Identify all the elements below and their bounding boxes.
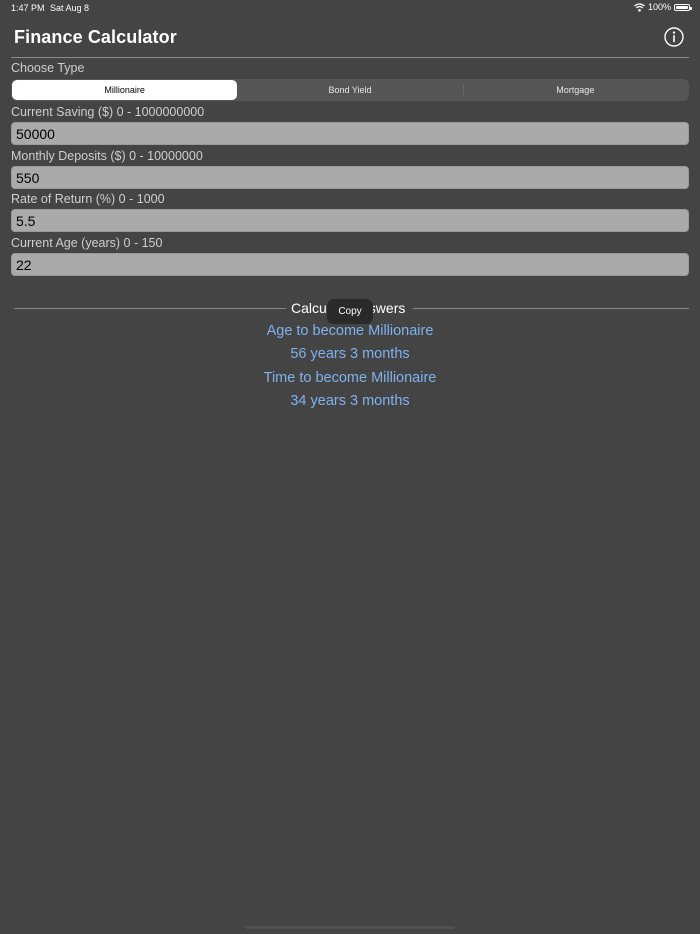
wifi-icon xyxy=(634,2,645,12)
battery-percent: 100% xyxy=(647,2,671,12)
type-segmented-control: Millionaire Bond Yield Mortgage xyxy=(11,79,689,101)
current-age-input[interactable] xyxy=(11,253,689,276)
results-divider-left xyxy=(14,308,286,309)
home-indicator[interactable] xyxy=(245,926,455,929)
rate-of-return-label: Rate of Return (%) 0 - 1000 xyxy=(11,192,165,206)
choose-type-label: Choose Type xyxy=(11,61,85,75)
segment-mortgage[interactable]: Mortgage xyxy=(462,80,688,100)
copy-button[interactable]: Copy xyxy=(327,299,373,324)
time-result-value[interactable]: 34 years 3 months xyxy=(0,393,700,409)
page-title: Finance Calculator xyxy=(14,27,177,47)
time-result-label[interactable]: Time to become Millionaire xyxy=(0,370,700,386)
monthly-deposits-input[interactable] xyxy=(11,166,689,189)
status-indicators: 100% xyxy=(634,2,692,12)
status-date: Sat Aug 8 xyxy=(50,3,90,13)
results-title-end: swers xyxy=(368,300,406,316)
rate-of-return-input[interactable] xyxy=(11,209,689,232)
current-saving-label: Current Saving ($) 0 - 1000000000 xyxy=(11,105,205,119)
age-result-label[interactable]: Age to become Millionaire xyxy=(0,323,700,339)
battery-icon xyxy=(674,3,692,11)
segment-millionaire[interactable]: Millionaire xyxy=(12,80,238,100)
results-title-start: Calcu xyxy=(291,300,327,316)
age-result-value[interactable]: 56 years 3 months xyxy=(0,346,700,362)
info-icon[interactable] xyxy=(664,27,684,47)
monthly-deposits-label: Monthly Deposits ($) 0 - 10000000 xyxy=(11,149,203,163)
segment-bond-yield[interactable]: Bond Yield xyxy=(237,80,462,100)
status-time: 1:47 PM xyxy=(11,3,45,13)
current-age-label: Current Age (years) 0 - 150 xyxy=(11,236,163,250)
status-bar: 1:47 PM Sat Aug 8 100% xyxy=(0,0,700,16)
current-saving-input[interactable] xyxy=(11,122,689,145)
results-divider-right xyxy=(413,308,689,309)
header-divider xyxy=(11,57,689,58)
